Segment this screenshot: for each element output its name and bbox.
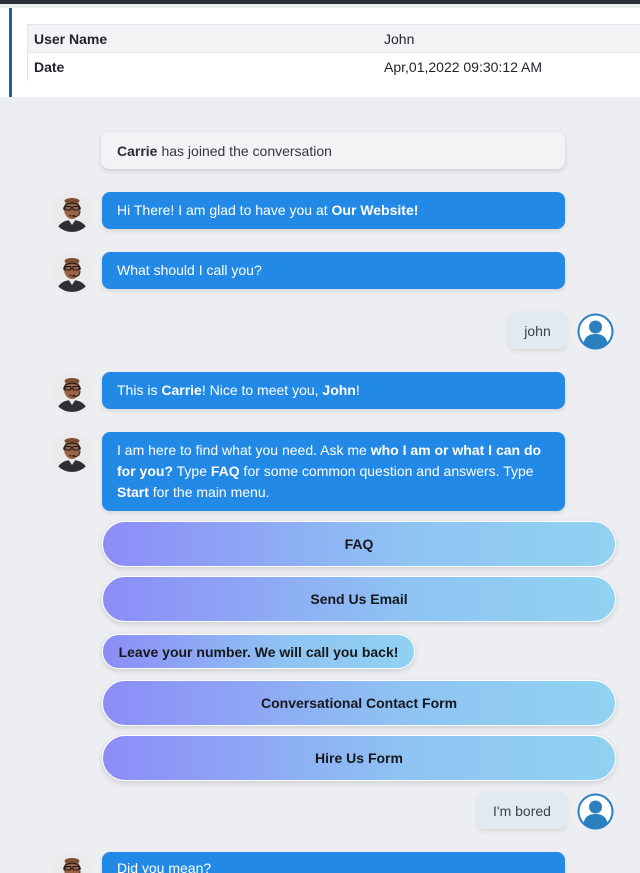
- user-avatar-icon: [577, 313, 614, 350]
- agent-avatar-icon: [52, 432, 92, 472]
- info-panel-accent: [9, 8, 12, 97]
- option-callback-button[interactable]: Leave your number. We will call you back…: [102, 634, 415, 669]
- info-value: John: [384, 30, 415, 47]
- message-text: I'm bored: [493, 802, 551, 819]
- user-avatar-icon: [577, 793, 614, 830]
- message-text: Type: [173, 463, 211, 479]
- message-text: ! Nice to meet you,: [201, 382, 323, 398]
- option-hire-us-button[interactable]: Hire Us Form: [102, 735, 616, 781]
- message-emphasis: Start: [117, 484, 149, 500]
- info-label: Date: [34, 59, 65, 75]
- message-emphasis: FAQ: [210, 463, 240, 479]
- option-label: Send Us Email: [310, 591, 408, 607]
- message-text: for the main menu.: [148, 484, 270, 500]
- bot-message: Did you mean?: [102, 852, 565, 873]
- system-join-message: Carrie has joined the conversation: [101, 132, 565, 169]
- session-info-table: User Name John Date Apr,01,2022 09:30:12…: [27, 24, 640, 81]
- user-message: I'm bored: [478, 792, 566, 829]
- agent-avatar-icon: [52, 252, 92, 292]
- option-label: Hire Us Form: [315, 750, 403, 766]
- bot-message: Hi There! I am glad to have you at Our W…: [102, 192, 565, 229]
- message-text: Did you mean?: [117, 860, 212, 873]
- bot-message: This is Carrie! Nice to meet you, John!: [102, 372, 565, 409]
- message-text: What should I call you?: [117, 262, 262, 278]
- agent-avatar-icon: [52, 192, 92, 232]
- message-emphasis: John: [322, 382, 356, 398]
- info-label: User Name: [34, 30, 108, 47]
- option-contact-form-button[interactable]: Conversational Contact Form: [102, 680, 616, 726]
- option-label: FAQ: [344, 536, 374, 552]
- user-message: john: [509, 312, 566, 349]
- message-text: john: [524, 322, 551, 339]
- message-emphasis: Our Website!: [331, 202, 419, 218]
- bot-message: I am here to find what you need. Ask me …: [102, 432, 565, 511]
- option-send-email-button[interactable]: Send Us Email: [102, 576, 616, 622]
- agent-name: Carrie: [117, 142, 158, 159]
- message-text: for some common question and answers. Ty…: [239, 463, 534, 479]
- message-text: Hi There! I am glad to have you at: [117, 202, 332, 218]
- option-label: Leave your number. We will call you back…: [118, 643, 399, 660]
- bot-message: What should I call you?: [102, 252, 565, 289]
- option-label: Conversational Contact Form: [260, 695, 458, 711]
- agent-avatar-icon: [52, 372, 92, 412]
- message-emphasis: Carrie: [161, 382, 202, 398]
- system-message-text: has joined the conversation: [161, 142, 332, 159]
- info-row-user-name: User Name John: [28, 25, 640, 53]
- info-value: Apr,01,2022 09:30:12 AM: [384, 59, 543, 75]
- info-row-date: Date Apr,01,2022 09:30:12 AM: [28, 53, 640, 81]
- message-text: !: [355, 382, 360, 398]
- message-text: This is: [117, 382, 162, 398]
- message-text: I am here to find what you need. Ask me: [117, 442, 371, 458]
- option-faq-button[interactable]: FAQ: [102, 521, 616, 567]
- agent-avatar-icon: [52, 852, 92, 873]
- top-rule: [0, 0, 640, 4]
